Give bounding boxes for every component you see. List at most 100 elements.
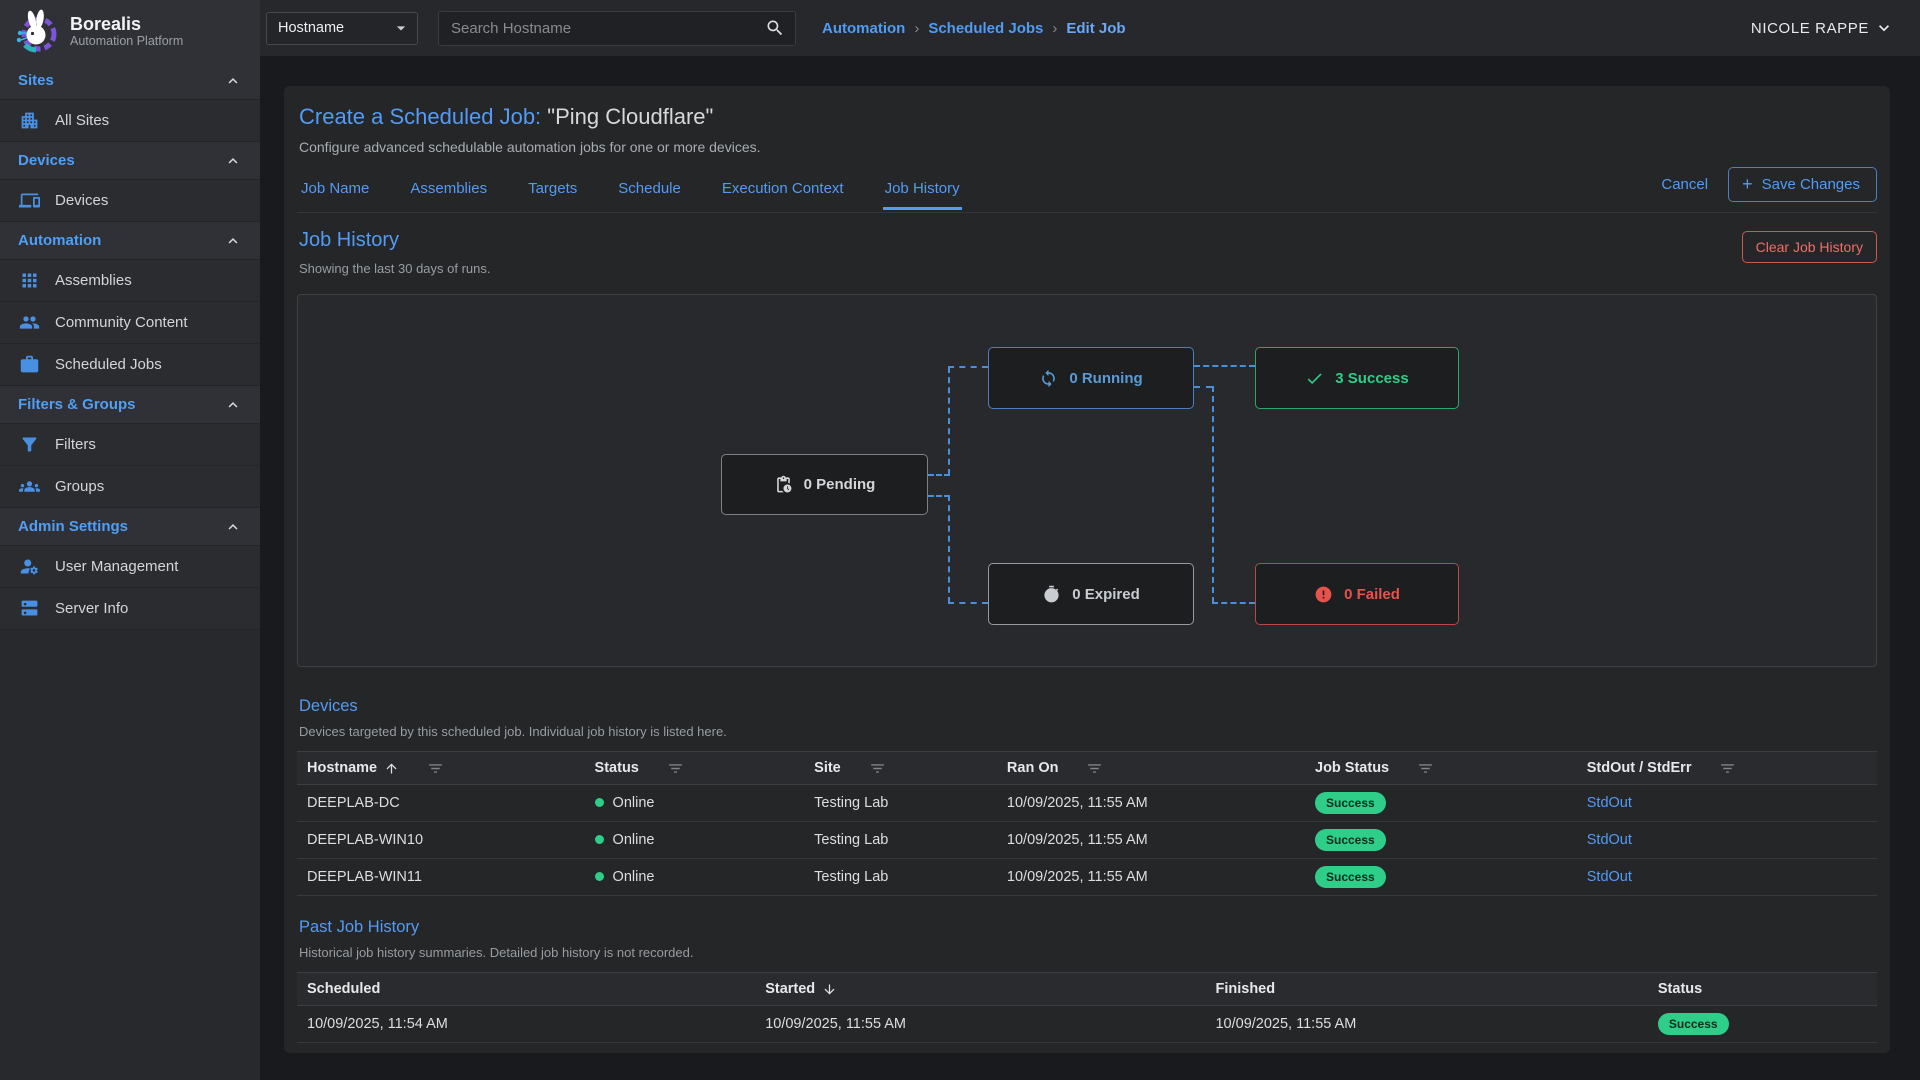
sidebar-item-scheduled-jobs[interactable]: Scheduled Jobs	[0, 344, 260, 386]
tab-job-history[interactable]: Job History	[883, 170, 962, 210]
flow-node-failed: 0 Failed	[1255, 563, 1459, 625]
sort-descending-icon	[822, 982, 837, 997]
connector	[1194, 365, 1255, 367]
column-header-status[interactable]: Status	[585, 752, 805, 785]
flow-node-label: 0 Running	[1069, 370, 1142, 387]
sidebar-section-devices[interactable]: Devices	[0, 142, 260, 180]
sidebar-item-server-info[interactable]: Server Info	[0, 588, 260, 630]
caret-down-icon	[391, 18, 411, 38]
tab-assemblies[interactable]: Assemblies	[408, 170, 489, 210]
device-site: Testing Lab	[804, 859, 997, 896]
user-menu[interactable]: NICOLE RAPPE	[1751, 18, 1894, 38]
chevron-up-icon	[224, 72, 242, 90]
device-hostname: DEEPLAB-WIN11	[297, 859, 585, 896]
sidebar-item-label: Groups	[55, 478, 104, 495]
page-subtitle: Configure advanced schedulable automatio…	[297, 139, 1877, 155]
device-site: Testing Lab	[804, 785, 997, 822]
connector	[1194, 386, 1212, 388]
online-dot-icon	[595, 835, 604, 844]
sidebar-item-all-sites[interactable]: All Sites	[0, 100, 260, 142]
column-header-stdout-stderr[interactable]: StdOut / StdErr	[1577, 752, 1877, 785]
plus-icon: +	[1742, 175, 1753, 193]
stdout-link[interactable]: StdOut	[1587, 869, 1632, 885]
briefcase-icon	[19, 354, 40, 375]
column-header-site[interactable]: Site	[804, 752, 997, 785]
tab-execution-context[interactable]: Execution Context	[720, 170, 846, 210]
user-name: NICOLE RAPPE	[1751, 20, 1869, 37]
status-badge: Success	[1658, 1013, 1729, 1035]
hostname-select[interactable]: Hostname	[266, 12, 418, 45]
check-icon	[1305, 369, 1324, 388]
breadcrumb-edit-job[interactable]: Edit Job	[1066, 20, 1125, 37]
device-job-status: Success	[1305, 859, 1577, 896]
device-ran-on: 10/09/2025, 11:55 AM	[997, 785, 1305, 822]
filter-icon[interactable]	[1086, 760, 1103, 777]
column-header-hostname[interactable]: Hostname	[297, 752, 585, 785]
column-header-started[interactable]: Started	[755, 973, 1205, 1006]
sidebar-item-community-content[interactable]: Community Content	[0, 302, 260, 344]
sidebar-item-filters[interactable]: Filters	[0, 424, 260, 466]
breadcrumb-scheduled-jobs[interactable]: Scheduled Jobs	[928, 20, 1043, 37]
chevron-up-icon	[224, 152, 242, 170]
past-job-history-description: Historical job history summaries. Detail…	[297, 945, 1877, 960]
filter-icon[interactable]	[869, 760, 886, 777]
tabs-row: Job Name Assemblies Targets Schedule Exe…	[297, 167, 1877, 213]
sidebar-section-sites[interactable]: Sites	[0, 62, 260, 100]
rabbit-gear-logo-icon	[12, 7, 60, 55]
device-row: DEEPLAB-WIN11 Online Testing Lab 10/09/2…	[297, 859, 1877, 896]
main-panel: Create a Scheduled Job: "Ping Cloudflare…	[284, 86, 1890, 1053]
filter-icon[interactable]	[667, 760, 684, 777]
sidebar-item-label: Scheduled Jobs	[55, 356, 162, 373]
tab-targets[interactable]: Targets	[526, 170, 579, 210]
column-header-job-status[interactable]: Job Status	[1305, 752, 1577, 785]
clear-job-history-button[interactable]: Clear Job History	[1742, 231, 1877, 263]
column-header-scheduled[interactable]: Scheduled	[297, 973, 755, 1006]
sidebar-item-label: Assemblies	[55, 272, 132, 289]
chevron-down-icon	[1874, 18, 1894, 38]
sidebar-item-user-management[interactable]: User Management	[0, 546, 260, 588]
stdout-link[interactable]: StdOut	[1587, 832, 1632, 848]
filter-icon[interactable]	[427, 760, 444, 777]
column-header-ran-on[interactable]: Ran On	[997, 752, 1305, 785]
past-job-history-table: Scheduled Started Finished Status 10/09/…	[297, 972, 1877, 1043]
column-header-finished[interactable]: Finished	[1205, 973, 1647, 1006]
stdout-link[interactable]: StdOut	[1587, 795, 1632, 811]
sidebar-item-label: Community Content	[55, 314, 188, 331]
clipboard-clock-icon	[774, 475, 793, 494]
funnel-icon	[19, 434, 40, 455]
job-history-header-row: Job History Showing the last 30 days of …	[297, 229, 1877, 276]
sort-ascending-icon	[384, 761, 399, 776]
cancel-button[interactable]: Cancel	[1661, 176, 1708, 193]
device-stdout: StdOut	[1577, 785, 1877, 822]
status-badge: Success	[1315, 829, 1386, 851]
sidebar-item-assemblies[interactable]: Assemblies	[0, 260, 260, 302]
app-logo-block: Borealis Automation Platform	[0, 0, 260, 62]
filter-icon[interactable]	[1719, 760, 1736, 777]
connector	[948, 367, 950, 475]
tab-schedule[interactable]: Schedule	[616, 170, 683, 210]
sidebar-item-label: Devices	[55, 192, 108, 209]
section-label: Devices	[18, 152, 75, 169]
sidebar-item-groups[interactable]: Groups	[0, 466, 260, 508]
sidebar-item-devices[interactable]: Devices	[0, 180, 260, 222]
devices-heading: Devices	[297, 697, 1877, 716]
section-label: Automation	[18, 232, 101, 249]
tabs: Job Name Assemblies Targets Schedule Exe…	[299, 170, 962, 210]
sidebar-section-filters-groups[interactable]: Filters & Groups	[0, 386, 260, 424]
user-gear-icon	[19, 556, 40, 577]
devices-description: Devices targeted by this scheduled job. …	[297, 724, 1877, 739]
breadcrumb: Automation › Scheduled Jobs › Edit Job	[822, 20, 1126, 37]
groups-icon	[19, 476, 40, 497]
device-site: Testing Lab	[804, 822, 997, 859]
tab-job-name[interactable]: Job Name	[299, 170, 371, 210]
filter-icon[interactable]	[1417, 760, 1434, 777]
sidebar-section-automation[interactable]: Automation	[0, 222, 260, 260]
flow-node-pending: 0 Pending	[721, 454, 928, 515]
breadcrumb-automation[interactable]: Automation	[822, 20, 905, 37]
page-title: Create a Scheduled Job: "Ping Cloudflare…	[297, 104, 1877, 130]
people-icon	[19, 312, 40, 333]
sidebar-section-admin-settings[interactable]: Admin Settings	[0, 508, 260, 546]
save-changes-button[interactable]: + Save Changes	[1728, 167, 1877, 202]
search-input[interactable]	[451, 20, 765, 37]
column-header-status[interactable]: Status	[1648, 973, 1877, 1006]
